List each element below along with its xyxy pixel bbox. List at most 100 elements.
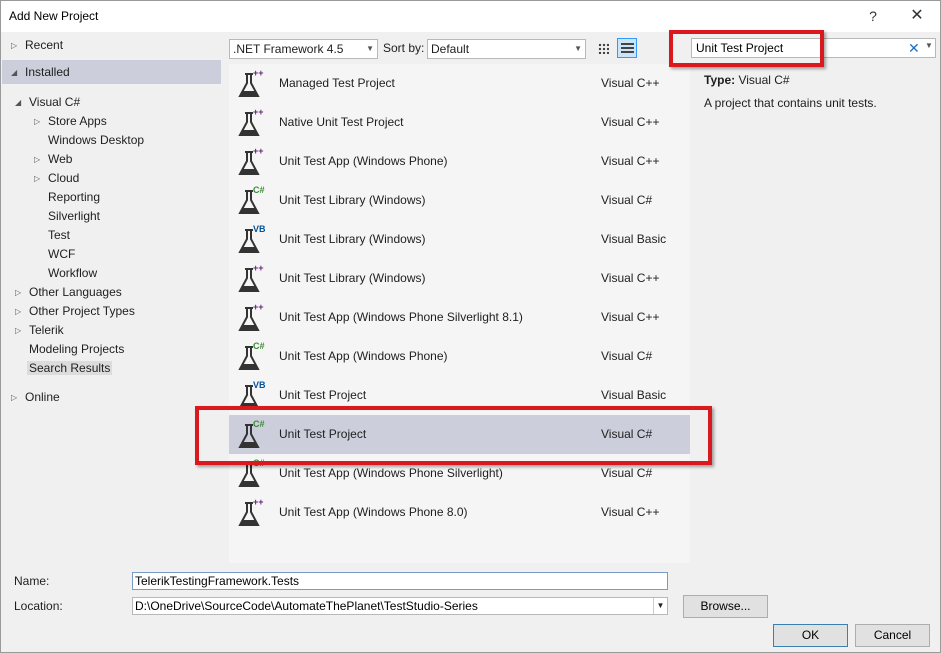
tree-item-other-project-types[interactable]: ▷ Other Project Types — [15, 302, 135, 321]
svg-text:VB: VB — [253, 380, 266, 390]
svg-text:C#: C# — [253, 458, 265, 468]
project-name: Unit Test Library (Windows) — [279, 193, 426, 207]
svg-text:VB: VB — [253, 224, 266, 234]
project-row[interactable]: ++ Native Unit Test Project Visual C++ — [229, 103, 690, 142]
tree-item-silverlight[interactable]: Silverlight — [48, 207, 100, 226]
expand-arrow-icon[interactable]: ▷ — [11, 388, 23, 407]
tree-item-modeling-projects[interactable]: Modeling Projects — [29, 340, 124, 359]
tree-item-recent[interactable]: ▷ Recent — [11, 36, 63, 55]
tree-item-search-results[interactable]: Search Results — [27, 359, 113, 378]
tree-item-other-languages[interactable]: ▷ Other Languages — [15, 283, 122, 302]
project-name: Managed Test Project — [279, 76, 395, 90]
expand-arrow-icon[interactable]: ▷ — [15, 321, 27, 340]
project-row[interactable]: ++ Unit Test App (Windows Phone 8.0) Visua… — [229, 493, 690, 532]
svg-text:++: ++ — [253, 107, 264, 117]
project-language: Visual C++ — [601, 154, 660, 168]
sort-label: Sort by: — [383, 41, 425, 55]
project-name: Unit Test App (Windows Phone Silverlight… — [279, 310, 523, 324]
tree-item-visual-csharp[interactable]: ◢ Visual C# — [15, 93, 80, 112]
title-bar: Add New Project ? ✕ — [1, 1, 940, 32]
location-field-wrap: ▼ — [132, 597, 668, 615]
expand-arrow-icon[interactable]: ▷ — [15, 283, 27, 302]
project-row[interactable]: VB Unit Test Library (Windows) Visual Basi… — [229, 220, 690, 259]
project-row[interactable]: C# Unit Test Library (Windows) Visual C# — [229, 181, 690, 220]
project-language: Visual C# — [601, 466, 653, 480]
sort-select[interactable]: Default ▼ — [427, 39, 586, 59]
browse-button[interactable]: Browse... — [683, 595, 768, 618]
expand-arrow-icon[interactable]: ▷ — [15, 302, 27, 321]
project-row[interactable]: C# Unit Test App (Windows Phone Silverlig… — [229, 454, 690, 493]
test-flask-icon: ++ — [238, 107, 264, 136]
framework-select[interactable]: .NET Framework 4.5 ▼ — [229, 39, 378, 59]
project-language: Visual C++ — [601, 310, 660, 324]
project-name: Unit Test Project — [279, 427, 367, 441]
test-flask-icon: ++ — [238, 263, 264, 292]
name-field[interactable] — [133, 573, 667, 589]
test-flask-icon: C# — [238, 419, 265, 448]
project-row[interactable]: ++ Unit Test App (Windows Phone) Visual C+… — [229, 142, 690, 181]
tree-item-wcf[interactable]: WCF — [48, 245, 75, 264]
project-name: Native Unit Test Project — [279, 115, 404, 129]
svg-text:++: ++ — [253, 146, 264, 156]
tree-item-store-apps[interactable]: ▷ Store Apps — [34, 112, 107, 131]
clear-search-icon[interactable]: ✕ — [908, 40, 920, 56]
list-view-button[interactable] — [617, 38, 637, 58]
expand-arrow-icon[interactable]: ▷ — [34, 112, 46, 131]
test-flask-icon: ++ — [238, 302, 264, 331]
tree-item-workflow[interactable]: Workflow — [48, 264, 97, 283]
svg-text:++: ++ — [253, 497, 264, 507]
project-language: Visual C# — [601, 427, 653, 441]
project-language: Visual Basic — [601, 388, 667, 402]
svg-text:C#: C# — [253, 185, 265, 195]
close-button[interactable]: ✕ — [902, 5, 932, 27]
search-box[interactable]: ✕ ▼ — [691, 38, 936, 58]
svg-text:C#: C# — [253, 419, 265, 429]
project-language: Visual C++ — [601, 505, 660, 519]
project-language: Visual C# — [601, 349, 653, 363]
project-row[interactable]: ++ Unit Test Library (Windows) Visual C++ — [229, 259, 690, 298]
small-icons-view-button[interactable] — [593, 38, 613, 58]
tree-item-windows-desktop[interactable]: Windows Desktop — [48, 131, 144, 150]
collapse-arrow-icon[interactable]: ◢ — [15, 93, 27, 112]
project-language: Visual C++ — [601, 115, 660, 129]
tree-item-web[interactable]: ▷ Web — [34, 150, 72, 169]
svg-text:++: ++ — [253, 302, 264, 312]
expand-arrow-icon[interactable]: ▷ — [34, 169, 46, 188]
project-row[interactable]: VB Unit Test Project Visual Basic — [229, 376, 690, 415]
project-row[interactable]: ++ Unit Test App (Windows Phone Silverlig… — [229, 298, 690, 337]
project-name: Unit Test App (Windows Phone) — [279, 349, 448, 363]
ok-button[interactable]: OK — [773, 624, 848, 647]
search-input[interactable] — [696, 40, 896, 56]
project-row[interactable]: C# Unit Test App (Windows Phone) Visual C# — [229, 337, 690, 376]
svg-text:C#: C# — [253, 341, 265, 351]
project-row[interactable]: ++ Managed Test Project Visual C++ — [229, 64, 690, 103]
chevron-down-icon[interactable]: ▼ — [925, 41, 933, 50]
tree-item-reporting[interactable]: Reporting — [48, 188, 100, 207]
test-flask-icon: C# — [238, 185, 265, 214]
expand-arrow-icon[interactable]: ▷ — [34, 150, 46, 169]
project-name: Unit Test Library (Windows) — [279, 271, 426, 285]
project-row[interactable]: C# Unit Test Project Visual C# — [229, 415, 690, 454]
tree-item-online[interactable]: ▷ Online — [11, 388, 60, 407]
project-template-list: ++ Managed Test Project Visual C++ ++ Native… — [229, 64, 690, 563]
location-label: Location: — [14, 599, 63, 613]
collapse-arrow-icon[interactable]: ◢ — [11, 63, 23, 82]
chevron-down-icon[interactable]: ▼ — [653, 598, 667, 614]
tree-item-test[interactable]: Test — [48, 226, 70, 245]
tree-item-installed[interactable]: ◢ Installed — [11, 63, 70, 82]
project-name: Unit Test App (Windows Phone 8.0) — [279, 505, 468, 519]
project-language: Visual C# — [601, 193, 653, 207]
project-name: Unit Test Library (Windows) — [279, 232, 426, 246]
expand-arrow-icon[interactable]: ▷ — [11, 36, 23, 55]
tree-item-telerik[interactable]: ▷ Telerik — [15, 321, 64, 340]
test-flask-icon: ++ — [238, 68, 264, 97]
template-tree: ▷ Recent ◢ Installed ◢ Visual C# ▷ Store… — [2, 34, 222, 563]
template-type: Type: Visual C# — [704, 73, 790, 87]
details-pane: Type: Visual C# A project that contains … — [698, 64, 938, 264]
cancel-button[interactable]: Cancel — [855, 624, 930, 647]
test-flask-icon: C# — [238, 458, 265, 487]
location-field[interactable] — [133, 598, 651, 614]
test-flask-icon: ++ — [238, 497, 264, 526]
help-button[interactable]: ? — [858, 5, 888, 27]
tree-item-cloud[interactable]: ▷ Cloud — [34, 169, 79, 188]
